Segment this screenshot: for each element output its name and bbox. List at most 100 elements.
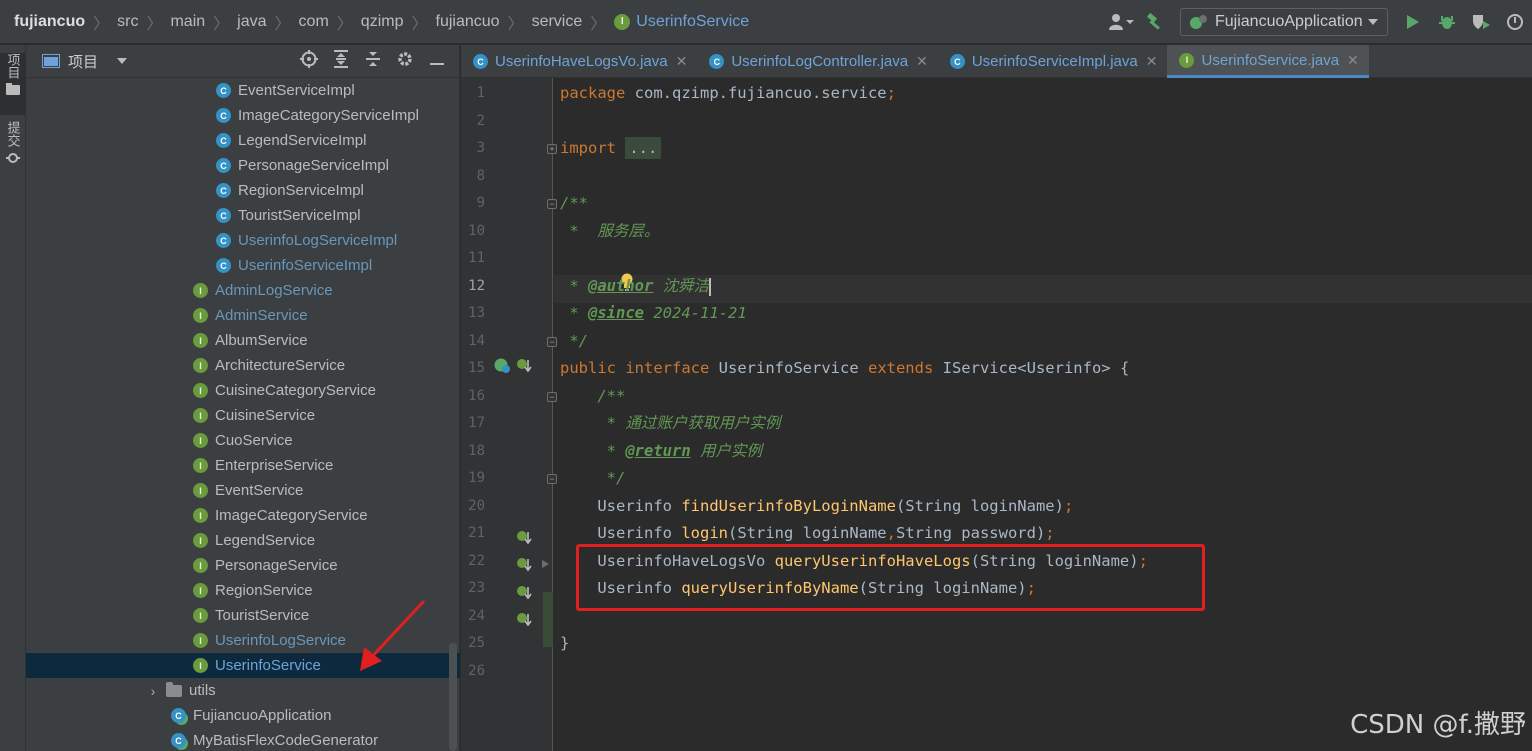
coverage-icon[interactable] xyxy=(1467,8,1495,36)
code-line: * @since 2024-11-21 xyxy=(560,304,747,322)
code-line: * 服务层。 xyxy=(560,222,660,240)
implemented-icon[interactable] xyxy=(516,585,534,601)
gear-icon[interactable] xyxy=(389,50,421,73)
tree-item[interactable]: I ImageCategoryService xyxy=(26,503,460,528)
interface-icon: I xyxy=(193,583,208,598)
folded-imports[interactable]: ... xyxy=(625,137,662,159)
breadcrumb-separator: 〉 xyxy=(93,15,110,33)
tree-item[interactable]: C ImageCategoryServiceImpl xyxy=(26,103,460,128)
minimize-icon[interactable] xyxy=(421,53,453,71)
breadcrumb-separator: 〉 xyxy=(590,15,607,33)
code-line: package com.qzimp.fujiancuo.service; xyxy=(560,84,896,102)
breadcrumb-item-project[interactable]: fujiancuo xyxy=(14,13,85,31)
user-icon[interactable] xyxy=(1107,8,1135,36)
breadcrumb-item-qzimp[interactable]: qzimp xyxy=(361,13,404,31)
breadcrumb-item-main[interactable]: main xyxy=(170,13,205,31)
tree-item-label: ArchitectureService xyxy=(215,357,346,374)
tree-item[interactable]: C TouristServiceImpl xyxy=(26,203,460,228)
hammer-icon[interactable] xyxy=(1141,8,1169,36)
class-icon: C xyxy=(473,54,488,69)
implemented-icon[interactable] xyxy=(516,557,534,573)
line-number: 26 xyxy=(468,663,485,679)
tab-userinfohavelogsvo[interactable]: C UserinfoHaveLogsVo.java ✕ xyxy=(461,45,697,78)
project-view-title[interactable]: 项目 xyxy=(68,51,98,72)
code-line: * @return 用户实例 xyxy=(560,442,762,460)
run-configuration-selector[interactable]: FujiancuoApplication xyxy=(1180,8,1388,36)
code-line: Userinfo findUserinfoByLoginName(String … xyxy=(560,497,1074,515)
collapse-all-icon[interactable] xyxy=(357,50,389,73)
tree-item[interactable]: I AdminLogService xyxy=(26,278,460,303)
close-icon[interactable]: ✕ xyxy=(1146,53,1158,70)
project-header: 项目 xyxy=(26,45,459,78)
breadcrumb-item-fujiancuo[interactable]: fujiancuo xyxy=(436,13,500,31)
tree-item[interactable]: C UserinfoLogServiceImpl xyxy=(26,228,460,253)
breadcrumb-item-com[interactable]: com xyxy=(299,13,329,31)
tree-item[interactable]: C EventServiceImpl xyxy=(26,78,460,103)
tab-userinfoservice-active[interactable]: I UserinfoService.java ✕ xyxy=(1167,45,1369,78)
implemented-icon[interactable] xyxy=(516,530,534,546)
project-tool-tab[interactable]: 项目 xyxy=(0,53,26,115)
line-number: 23 xyxy=(468,580,485,596)
tree-item[interactable]: I PersonageService xyxy=(26,553,460,578)
implemented-icon[interactable] xyxy=(516,358,534,374)
tree-item-label: UserinfoLogService xyxy=(215,632,346,649)
breadcrumb-item-src[interactable]: src xyxy=(117,13,138,31)
close-icon[interactable]: ✕ xyxy=(676,53,688,70)
tab-userinfologcontroller[interactable]: C UserinfoLogController.java ✕ xyxy=(697,45,938,78)
tree-item-label: CuisineService xyxy=(215,407,316,424)
project-scrollbar[interactable] xyxy=(449,643,457,751)
tree-item[interactable]: I CuisineCategoryService xyxy=(26,378,460,403)
breadcrumb-item-file[interactable]: UserinfoService xyxy=(636,13,749,31)
line-number: 19 xyxy=(468,470,485,486)
tree-item[interactable]: I EventService xyxy=(26,478,460,503)
tree-item[interactable]: I EnterpriseService xyxy=(26,453,460,478)
chevron-down-icon[interactable] xyxy=(116,57,128,65)
tree-item-label: RegionServiceImpl xyxy=(238,182,364,199)
breadcrumb-item-java[interactable]: java xyxy=(237,13,266,31)
fold-marker-icon[interactable] xyxy=(541,559,551,569)
code-editor[interactable]: package com.qzimp.fujiancuo.service; imp… xyxy=(554,78,1532,751)
run-icon[interactable] xyxy=(1399,8,1427,36)
debug-icon[interactable] xyxy=(1433,8,1461,36)
vcs-change-marker xyxy=(543,592,553,647)
spring-boot-icon xyxy=(1190,15,1207,29)
tree-item-label: AlbumService xyxy=(215,332,308,349)
implemented-icon[interactable] xyxy=(516,612,534,628)
locate-file-icon[interactable] xyxy=(293,50,325,73)
commit-tool-tab[interactable]: 提交 xyxy=(0,121,26,179)
tree-item-label: TouristService xyxy=(215,607,310,624)
tree-item-label: LegendServiceImpl xyxy=(238,132,367,149)
tree-item[interactable]: I AdminService xyxy=(26,303,460,328)
chevron-right-icon[interactable]: › xyxy=(146,683,160,699)
spring-boot-app-icon: C xyxy=(171,708,186,723)
breadcrumb: fujiancuo 〉 src 〉 main 〉 java 〉 com 〉 qz… xyxy=(0,0,749,43)
more-icon[interactable] xyxy=(1501,8,1529,36)
commit-tool-tab-label: 提交 xyxy=(5,121,21,147)
tree-item[interactable]: I LegendService xyxy=(26,528,460,553)
interface-icon: I xyxy=(193,658,208,673)
tree-item[interactable]: I CuisineService xyxy=(26,403,460,428)
tab-userinfoserviceimpl[interactable]: C UserinfoServiceImpl.java ✕ xyxy=(938,45,1168,78)
tree-item[interactable]: C LegendServiceImpl xyxy=(26,128,460,153)
line-number: 14 xyxy=(468,333,485,349)
tree-item[interactable]: C RegionServiceImpl xyxy=(26,178,460,203)
tree-item[interactable]: C FujiancuoApplication xyxy=(26,703,460,728)
close-icon[interactable]: ✕ xyxy=(1347,52,1359,69)
tree-item[interactable]: I ArchitectureService xyxy=(26,353,460,378)
expand-all-icon[interactable] xyxy=(325,50,357,73)
tree-item[interactable]: I CuoService xyxy=(26,428,460,453)
close-icon[interactable]: ✕ xyxy=(916,53,928,70)
tree-item-label: utils xyxy=(189,682,216,699)
tree-item-folder[interactable]: › utils xyxy=(26,678,460,703)
breadcrumb-item-service[interactable]: service xyxy=(532,13,583,31)
tree-item-label: LegendService xyxy=(215,532,316,549)
tree-item[interactable]: C PersonageServiceImpl xyxy=(26,153,460,178)
line-number: 3 xyxy=(476,140,485,156)
class-icon: C xyxy=(216,158,231,173)
spring-bean-icon[interactable] xyxy=(493,357,513,375)
tree-item[interactable]: C UserinfoServiceImpl xyxy=(26,253,460,278)
project-view-icon xyxy=(42,54,60,68)
tree-item[interactable]: I AlbumService xyxy=(26,328,460,353)
tree-item-label: PersonageServiceImpl xyxy=(238,157,389,174)
tree-item[interactable]: C MyBatisFlexCodeGenerator xyxy=(26,728,460,751)
